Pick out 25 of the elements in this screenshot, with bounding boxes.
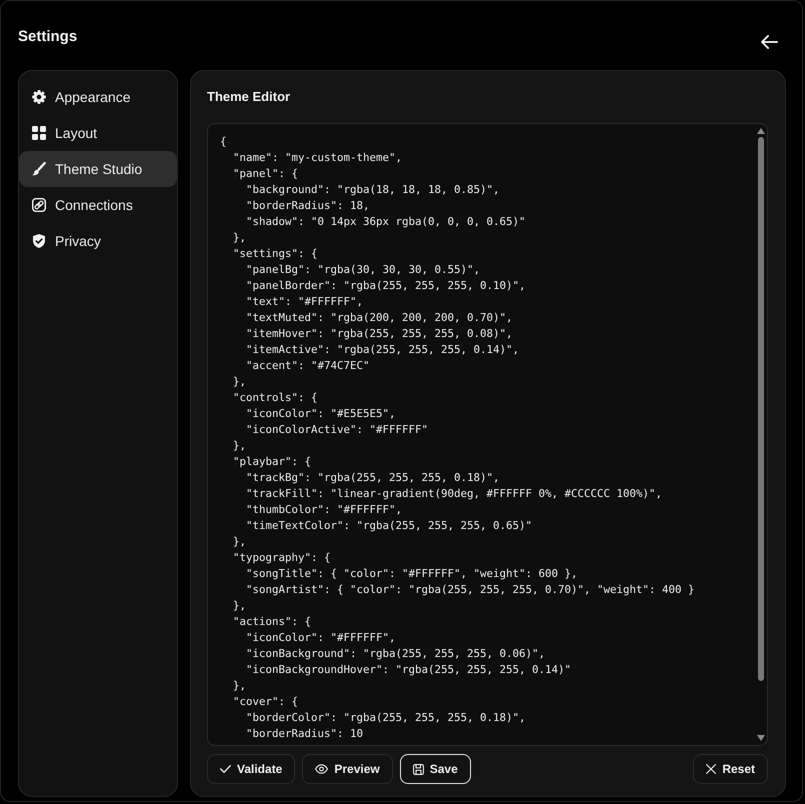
back-button[interactable]: [761, 34, 778, 48]
grid-icon: [32, 126, 46, 140]
scrollbar-thumb[interactable]: [758, 137, 764, 681]
preview-button[interactable]: Preview: [302, 754, 393, 784]
shield-icon: [32, 234, 46, 248]
sidebar-item[interactable]: Connections: [19, 187, 177, 223]
check-icon: [220, 765, 231, 773]
sidebar-item[interactable]: Appearance: [19, 79, 177, 115]
gear-icon: [32, 90, 46, 104]
sidebar-item[interactable]: Layout: [19, 115, 177, 151]
validate-button[interactable]: Validate: [207, 754, 296, 784]
reset-button[interactable]: Reset: [693, 754, 768, 784]
code-editor[interactable]: { "name": "my-custom-theme", "panel": { "background": "rgba(18, 18, 18, 0.85)", "borderRadius": 18, "shadow": "0 14px 36px rgba(0, 0, 0, 0.65)" }, "settings": { "panelBg": "rgba(30, 30, 30, 0.55)", "panelBorder": "rgba(255, 255, 255, 0.10)", "text": "#FFFFFF", "textMuted": "rgba(200, 200, 200, 0.70)", "itemHover": "rgba(255, 255, 255, 0.08)", "itemActive": "rgba(255, 255, 255, 0.14)", "accent": "#74C7EC" }, "controls": { "iconColor": "#E5E5E5", "iconColorActive": "#FFFFFF" }, "playbar": { "trackBg": "rgba(255, 255, 255, 0.18)", "trackFill": "linear-gradient(90deg, #FFFFFF 0%, #CCCCCC 100%)", "thumbColor": "#FFFFFF", "timeTextColor": "rgba(255, 255, 255, 0.65)" }, "typography": { "songTitle": { "color": "#FFFFFF", "weight": 600 }, "songArtist": { "color": "rgba(255, 255, 255, 0.70)", "weight": 400 } }, "actions": { "iconColor": "#FFFFFF", "iconBackground": "rgba(255, 255, 255, 0.06)", "iconBackgroundHover": "rgba(255, 255, 255, 0.14)" }, "cover": { "borderColor": "rgba(255, 255, 255, 0.18)", "borderRadius": 10: [207, 123, 768, 746]
panel-title: Theme Editor: [207, 88, 290, 106]
eye-icon: [315, 764, 328, 774]
scroll-up-icon[interactable]: [757, 128, 765, 134]
sidebar-item[interactable]: Theme Studio: [19, 151, 177, 187]
arrow-left-icon: [761, 34, 778, 48]
link-icon: [32, 198, 46, 212]
sidebar-item[interactable]: Privacy: [19, 223, 177, 259]
save-button[interactable]: Save: [400, 754, 471, 784]
scroll-down-icon[interactable]: [757, 735, 765, 741]
cross-icon: [706, 764, 716, 774]
window-title: Settings: [18, 28, 78, 46]
paintbrush-icon: [32, 162, 46, 176]
